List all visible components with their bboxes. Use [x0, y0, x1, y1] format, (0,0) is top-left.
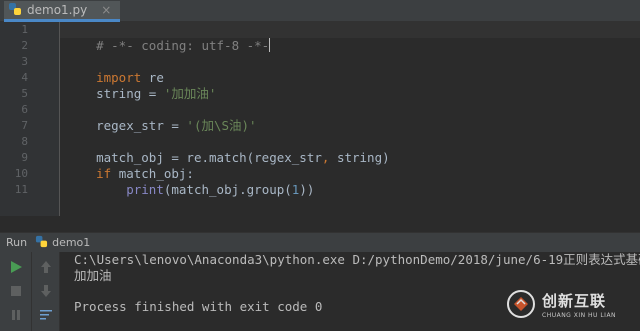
- console-output-line: Process finished with exit code 0: [74, 299, 323, 314]
- play-icon: [11, 261, 22, 273]
- run-config-tab[interactable]: demo1: [52, 236, 90, 249]
- code-editor[interactable]: 1 2 3 4 5 6 7 8 9 10 11 # -*- coding: utf-8 -*- im…: [0, 22, 640, 216]
- line-number: 10: [14, 167, 28, 180]
- run-toolbar: [0, 252, 32, 331]
- watermark-title: 创新互联: [542, 291, 607, 310]
- string-literal: '加加油': [163, 86, 217, 101]
- line-number: 4: [21, 71, 28, 84]
- line-number: 3: [21, 55, 28, 68]
- run-tool-window-header: Run demo1: [0, 232, 640, 252]
- line-number: 7: [21, 119, 28, 132]
- string-literal: '(加\S油)': [186, 118, 257, 133]
- run-title: Run: [6, 236, 28, 249]
- console-output-line: 加加油: [74, 268, 112, 283]
- line-number: 11: [14, 183, 28, 196]
- scroll-up-button[interactable]: [36, 257, 56, 277]
- soft-wrap-icon: [40, 310, 52, 320]
- console-toolbar: [32, 252, 60, 331]
- pause-icon: [12, 310, 20, 320]
- close-tab-icon[interactable]: ×: [101, 3, 111, 17]
- tab-demo1-py[interactable]: demo1.py ×: [4, 1, 120, 22]
- identifier: regex_str =: [96, 118, 187, 133]
- scroll-down-button[interactable]: [36, 281, 56, 301]
- pause-button[interactable]: [6, 305, 26, 325]
- soft-wrap-button[interactable]: [36, 305, 56, 325]
- line-number: 5: [21, 87, 28, 100]
- rerun-button[interactable]: [6, 257, 26, 277]
- tab-label: demo1.py: [27, 3, 88, 17]
- text-caret: [269, 38, 271, 52]
- logo-icon: [507, 290, 535, 318]
- watermark-logo: 创新互联 CHUANG XIN HU LIAN: [506, 282, 636, 326]
- line-number: 9: [21, 151, 28, 164]
- watermark-subtitle: CHUANG XIN HU LIAN: [542, 311, 617, 319]
- line-number: 8: [21, 135, 28, 148]
- editor-tab-bar: demo1.py ×: [0, 0, 640, 22]
- line-number: 1: [21, 23, 28, 36]
- identifier: (match_obj.group(: [163, 182, 292, 197]
- identifier: string): [329, 150, 390, 165]
- line-number: 6: [21, 103, 28, 116]
- builtin-function: print: [126, 182, 164, 197]
- code-line-10[interactable]: print(match_obj.group(1)): [66, 166, 314, 214]
- comment: # -*- coding: utf-8 -*-: [96, 38, 270, 53]
- python-run-icon: [35, 235, 48, 251]
- identifier: )): [299, 182, 315, 197]
- console-output-line: C:\Users\lenovo\Anaconda3\python.exe D:/…: [74, 252, 640, 267]
- python-file-icon: [8, 1, 22, 20]
- arrow-up-icon: [41, 261, 51, 273]
- arrow-down-icon: [41, 285, 51, 297]
- stop-icon: [11, 286, 21, 296]
- line-number: 2: [21, 39, 28, 52]
- stop-button[interactable]: [6, 281, 26, 301]
- identifier: string =: [96, 86, 164, 101]
